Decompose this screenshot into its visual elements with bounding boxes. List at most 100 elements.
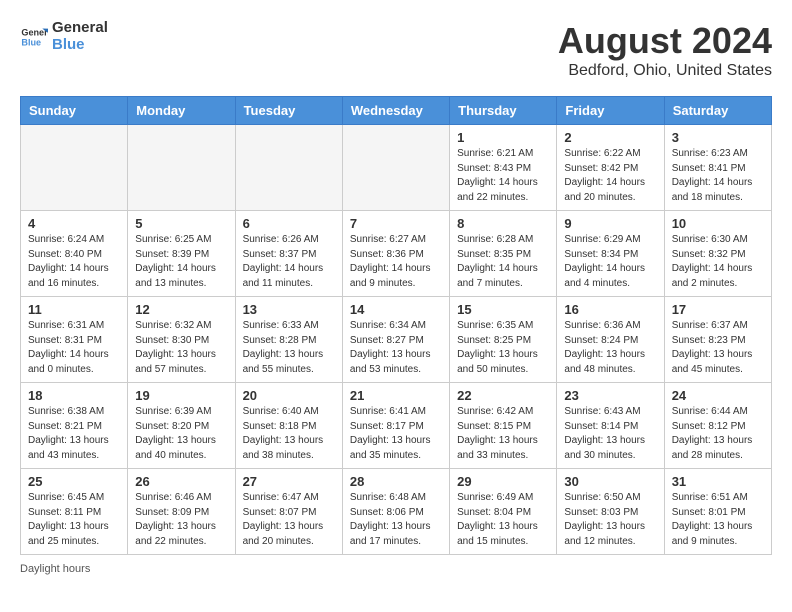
day-info: Sunrise: 6:27 AM Sunset: 8:36 PM Dayligh…	[350, 233, 442, 291]
calendar-cell: 22 Sunrise: 6:42 AM Sunset: 8:15 PM Dayli…	[450, 383, 557, 469]
day-info: Sunrise: 6:33 AM Sunset: 8:28 PM Dayligh…	[243, 319, 335, 377]
day-info: Sunrise: 6:41 AM Sunset: 8:17 PM Dayligh…	[350, 405, 442, 463]
day-info: Sunrise: 6:40 AM Sunset: 8:18 PM Dayligh…	[243, 405, 335, 463]
day-info: Sunrise: 6:31 AM Sunset: 8:31 PM Dayligh…	[28, 319, 120, 377]
day-info: Sunrise: 6:46 AM Sunset: 8:09 PM Dayligh…	[135, 491, 227, 549]
day-info: Sunrise: 6:50 AM Sunset: 8:03 PM Dayligh…	[564, 491, 656, 549]
day-info: Sunrise: 6:43 AM Sunset: 8:14 PM Dayligh…	[564, 405, 656, 463]
calendar-cell	[21, 125, 128, 211]
day-number: 23	[564, 388, 656, 403]
calendar-cell: 16 Sunrise: 6:36 AM Sunset: 8:24 PM Dayli…	[557, 297, 664, 383]
calendar-week-row: 11 Sunrise: 6:31 AM Sunset: 8:31 PM Dayli…	[21, 297, 772, 383]
logo-line2: Blue	[52, 37, 108, 54]
calendar-day-header: Monday	[128, 97, 235, 125]
day-number: 25	[28, 474, 120, 489]
calendar-day-header: Sunday	[21, 97, 128, 125]
day-number: 24	[672, 388, 764, 403]
day-info: Sunrise: 6:22 AM Sunset: 8:42 PM Dayligh…	[564, 147, 656, 205]
calendar-day-header: Wednesday	[342, 97, 449, 125]
day-number: 8	[457, 216, 549, 231]
day-info: Sunrise: 6:48 AM Sunset: 8:06 PM Dayligh…	[350, 491, 442, 549]
day-info: Sunrise: 6:23 AM Sunset: 8:41 PM Dayligh…	[672, 147, 764, 205]
day-info: Sunrise: 6:34 AM Sunset: 8:27 PM Dayligh…	[350, 319, 442, 377]
calendar-cell: 25 Sunrise: 6:45 AM Sunset: 8:11 PM Dayli…	[21, 469, 128, 555]
calendar-cell: 23 Sunrise: 6:43 AM Sunset: 8:14 PM Dayli…	[557, 383, 664, 469]
day-number: 12	[135, 302, 227, 317]
main-title: August 2024	[558, 20, 772, 62]
calendar-cell: 26 Sunrise: 6:46 AM Sunset: 8:09 PM Dayli…	[128, 469, 235, 555]
day-info: Sunrise: 6:26 AM Sunset: 8:37 PM Dayligh…	[243, 233, 335, 291]
day-info: Sunrise: 6:28 AM Sunset: 8:35 PM Dayligh…	[457, 233, 549, 291]
day-info: Sunrise: 6:37 AM Sunset: 8:23 PM Dayligh…	[672, 319, 764, 377]
daylight-label: Daylight hours	[20, 563, 90, 575]
calendar-day-header: Thursday	[450, 97, 557, 125]
day-info: Sunrise: 6:44 AM Sunset: 8:12 PM Dayligh…	[672, 405, 764, 463]
day-info: Sunrise: 6:25 AM Sunset: 8:39 PM Dayligh…	[135, 233, 227, 291]
day-info: Sunrise: 6:42 AM Sunset: 8:15 PM Dayligh…	[457, 405, 549, 463]
logo-icon: General Blue	[20, 23, 48, 51]
calendar-cell: 13 Sunrise: 6:33 AM Sunset: 8:28 PM Dayli…	[235, 297, 342, 383]
day-number: 10	[672, 216, 764, 231]
day-info: Sunrise: 6:32 AM Sunset: 8:30 PM Dayligh…	[135, 319, 227, 377]
calendar-cell	[235, 125, 342, 211]
day-info: Sunrise: 6:45 AM Sunset: 8:11 PM Dayligh…	[28, 491, 120, 549]
day-number: 2	[564, 130, 656, 145]
day-info: Sunrise: 6:24 AM Sunset: 8:40 PM Dayligh…	[28, 233, 120, 291]
day-info: Sunrise: 6:35 AM Sunset: 8:25 PM Dayligh…	[457, 319, 549, 377]
day-info: Sunrise: 6:47 AM Sunset: 8:07 PM Dayligh…	[243, 491, 335, 549]
day-info: Sunrise: 6:49 AM Sunset: 8:04 PM Dayligh…	[457, 491, 549, 549]
calendar-cell: 1 Sunrise: 6:21 AM Sunset: 8:43 PM Daylig…	[450, 125, 557, 211]
calendar-cell: 24 Sunrise: 6:44 AM Sunset: 8:12 PM Dayli…	[664, 383, 771, 469]
calendar-cell: 8 Sunrise: 6:28 AM Sunset: 8:35 PM Daylig…	[450, 211, 557, 297]
day-number: 18	[28, 388, 120, 403]
calendar-cell: 17Sunrise: 6:37 AM Sunset: 8:23 PM Dayli…	[664, 297, 771, 383]
day-number: 9	[564, 216, 656, 231]
day-number: 22	[457, 388, 549, 403]
day-info: Sunrise: 6:39 AM Sunset: 8:20 PM Dayligh…	[135, 405, 227, 463]
calendar-cell: 20 Sunrise: 6:40 AM Sunset: 8:18 PM Dayli…	[235, 383, 342, 469]
day-number: 21	[350, 388, 442, 403]
calendar-week-row: 1 Sunrise: 6:21 AM Sunset: 8:43 PM Daylig…	[21, 125, 772, 211]
calendar-cell: 9Sunrise: 6:29 AM Sunset: 8:34 PM Daylig…	[557, 211, 664, 297]
calendar-day-header: Saturday	[664, 97, 771, 125]
calendar-day-header: Friday	[557, 97, 664, 125]
day-number: 31	[672, 474, 764, 489]
day-number: 16	[564, 302, 656, 317]
day-number: 4	[28, 216, 120, 231]
day-number: 7	[350, 216, 442, 231]
calendar-week-row: 25 Sunrise: 6:45 AM Sunset: 8:11 PM Dayli…	[21, 469, 772, 555]
calendar-cell	[342, 125, 449, 211]
day-info: Sunrise: 6:36 AM Sunset: 8:24 PM Dayligh…	[564, 319, 656, 377]
subtitle: Bedford, Ohio, United States	[558, 62, 772, 80]
calendar-cell: 27Sunrise: 6:47 AM Sunset: 8:07 PM Dayli…	[235, 469, 342, 555]
calendar-cell: 6Sunrise: 6:26 AM Sunset: 8:37 PM Daylig…	[235, 211, 342, 297]
logo: General Blue General Blue	[20, 20, 108, 53]
day-number: 11	[28, 302, 120, 317]
title-area: August 2024 Bedford, Ohio, United States	[558, 20, 772, 80]
day-info: Sunrise: 6:38 AM Sunset: 8:21 PM Dayligh…	[28, 405, 120, 463]
day-number: 13	[243, 302, 335, 317]
day-number: 20	[243, 388, 335, 403]
calendar-cell: 18 Sunrise: 6:38 AM Sunset: 8:21 PM Dayli…	[21, 383, 128, 469]
day-number: 1	[457, 130, 549, 145]
day-number: 19	[135, 388, 227, 403]
svg-text:Blue: Blue	[21, 37, 41, 47]
calendar-cell: 7 Sunrise: 6:27 AM Sunset: 8:36 PM Daylig…	[342, 211, 449, 297]
calendar-cell: 31Sunrise: 6:51 AM Sunset: 8:01 PM Dayli…	[664, 469, 771, 555]
calendar-cell: 5 Sunrise: 6:25 AM Sunset: 8:39 PM Daylig…	[128, 211, 235, 297]
calendar-week-row: 18 Sunrise: 6:38 AM Sunset: 8:21 PM Dayli…	[21, 383, 772, 469]
calendar-cell: 29 Sunrise: 6:49 AM Sunset: 8:04 PM Dayli…	[450, 469, 557, 555]
calendar-week-row: 4 Sunrise: 6:24 AM Sunset: 8:40 PM Daylig…	[21, 211, 772, 297]
day-number: 30	[564, 474, 656, 489]
footer-note: Daylight hours	[20, 563, 772, 575]
calendar-cell: 21 Sunrise: 6:41 AM Sunset: 8:17 PM Dayli…	[342, 383, 449, 469]
day-number: 26	[135, 474, 227, 489]
day-number: 5	[135, 216, 227, 231]
calendar-cell: 2 Sunrise: 6:22 AM Sunset: 8:42 PM Daylig…	[557, 125, 664, 211]
day-number: 29	[457, 474, 549, 489]
calendar-table: SundayMondayTuesdayWednesdayThursdayFrid…	[20, 96, 772, 555]
day-info: Sunrise: 6:21 AM Sunset: 8:43 PM Dayligh…	[457, 147, 549, 205]
calendar-cell: 15Sunrise: 6:35 AM Sunset: 8:25 PM Dayli…	[450, 297, 557, 383]
calendar-cell: 11 Sunrise: 6:31 AM Sunset: 8:31 PM Dayli…	[21, 297, 128, 383]
calendar-cell: 28Sunrise: 6:48 AM Sunset: 8:06 PM Dayli…	[342, 469, 449, 555]
